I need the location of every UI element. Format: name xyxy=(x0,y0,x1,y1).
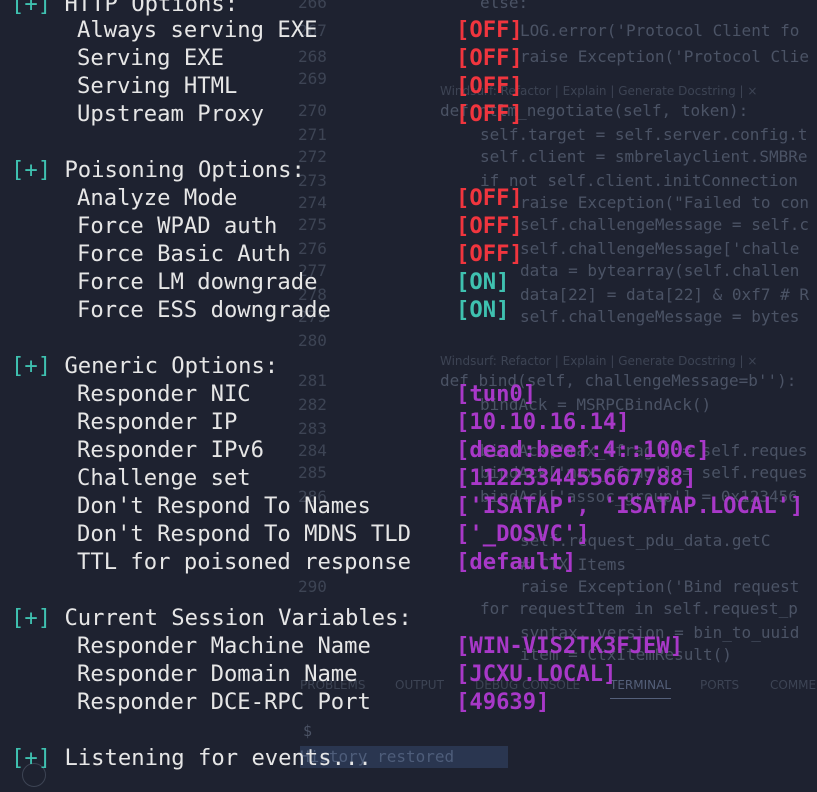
status-tag: [+] xyxy=(11,605,52,631)
option-value: [OFF] xyxy=(456,185,523,211)
option-value: [10.10.16.14] xyxy=(456,409,630,435)
option-label: Analyze Mode xyxy=(77,185,238,211)
option-label: Challenge set xyxy=(77,465,251,491)
option-value: [OFF] xyxy=(456,213,523,239)
section-title: Generic Options: xyxy=(64,353,279,379)
listening-text: Listening for events... xyxy=(64,745,372,771)
option-label: TTL for poisoned response xyxy=(77,549,411,575)
option-value: [OFF] xyxy=(456,101,523,127)
option-value: [ON] xyxy=(456,297,510,323)
option-label: Force ESS downgrade xyxy=(77,297,331,323)
option-label: Don't Respond To MDNS TLD xyxy=(77,521,411,547)
option-label: Responder Machine Name xyxy=(77,633,371,659)
option-value: [tun0] xyxy=(456,381,537,407)
option-label: Force Basic Auth xyxy=(77,241,291,267)
section-header-session: [+] Current Session Variables: xyxy=(11,604,412,632)
section-title: Current Session Variables: xyxy=(64,605,412,631)
option-value: [default] xyxy=(456,549,577,575)
option-label: Serving HTML xyxy=(77,73,238,99)
option-label: Responder IPv6 xyxy=(77,437,265,463)
status-tag: [+] xyxy=(11,353,52,379)
section-header-generic: [+] Generic Options: xyxy=(11,352,278,380)
section-title: Poisoning Options: xyxy=(64,157,305,183)
option-label: Serving EXE xyxy=(77,45,224,71)
option-label: Responder IP xyxy=(77,409,238,435)
option-value: ['ISATAP', 'ISATAP.LOCAL'] xyxy=(456,493,804,519)
section-header-poisoning: [+] Poisoning Options: xyxy=(11,156,305,184)
option-value: [ON] xyxy=(456,269,510,295)
option-label: Upstream Proxy xyxy=(77,101,265,127)
terminal-output[interactable]: [+] HTTP Options: Always serving EXE [OFF… xyxy=(0,0,817,792)
option-value: [OFF] xyxy=(456,17,523,43)
option-value: [JCXU.LOCAL] xyxy=(456,661,617,687)
section-title: HTTP Options: xyxy=(64,0,239,17)
option-value: [OFF] xyxy=(456,73,523,99)
status-tag: [+] xyxy=(11,0,52,17)
option-label: Responder DCE-RPC Port xyxy=(77,689,371,715)
option-label: Don't Respond To Names xyxy=(77,493,371,519)
option-label: Force WPAD auth xyxy=(77,213,278,239)
option-value: ['_DOSVC'] xyxy=(456,521,590,547)
listening-status: [+] Listening for events... xyxy=(11,744,372,772)
option-value: [OFF] xyxy=(456,45,523,71)
option-value: [dead:beef:4::100c] xyxy=(456,437,710,463)
option-label: Responder NIC xyxy=(77,381,251,407)
option-label: Always serving EXE xyxy=(77,17,318,43)
option-label: Responder Domain Name xyxy=(77,661,358,687)
option-value: [1122334455667788] xyxy=(456,465,697,491)
option-value: [49639] xyxy=(456,689,550,715)
status-tag: [+] xyxy=(11,745,52,771)
option-value: [OFF] xyxy=(456,241,523,267)
option-value: [WIN-VIS2TK3FJEW] xyxy=(456,633,684,659)
option-label: Force LM downgrade xyxy=(77,269,318,295)
status-tag: [+] xyxy=(11,157,52,183)
